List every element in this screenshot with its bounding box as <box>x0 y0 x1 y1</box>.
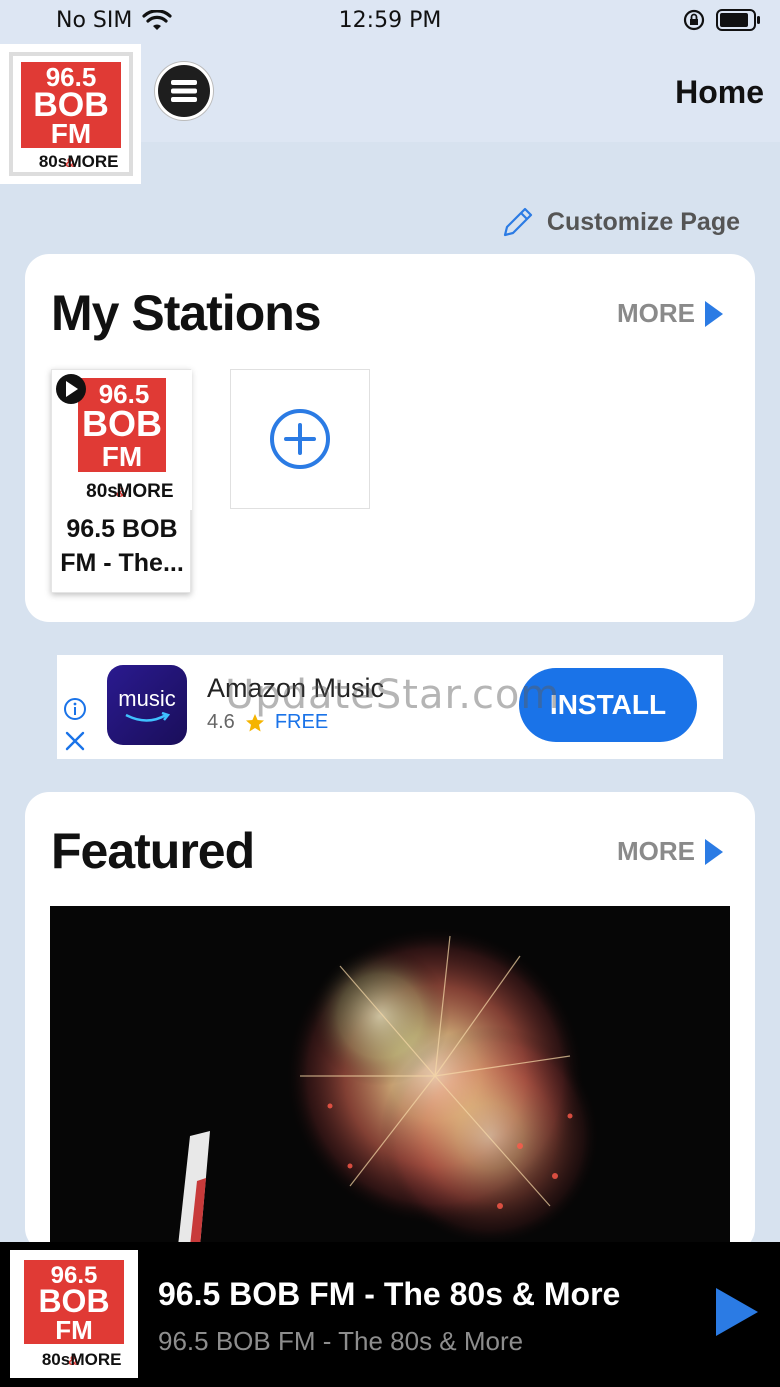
more-label: MORE <box>617 298 695 328</box>
now-playing-subtitle: 96.5 BOB FM - The 80s & More <box>158 1326 524 1356</box>
station-tile-logo: 96.5 BOB FM 80s & MORE <box>52 370 192 510</box>
more-label: MORE <box>617 836 695 866</box>
page-title: Home <box>675 74 764 110</box>
svg-text:MORE: MORE <box>67 152 118 171</box>
svg-text:BOB: BOB <box>38 1283 109 1319</box>
svg-text:80s: 80s <box>38 152 66 171</box>
svg-text:FM: FM <box>102 441 142 472</box>
station-tile[interactable]: 96.5 BOB FM 80s & MORE 96.5 BOB FM - The… <box>51 369 192 593</box>
ad-price: FREE <box>274 711 329 733</box>
install-button[interactable]: INSTALL <box>519 668 697 742</box>
featured-more-button[interactable]: MORE <box>617 836 723 867</box>
featured-card: Featured MORE <box>25 792 755 1252</box>
status-bar: No SIM 12:59 PM <box>0 0 780 44</box>
ad-rating: 4.6 <box>207 711 235 733</box>
now-playing-logo: 96.5 BOB FM 80s & MORE <box>16 1256 132 1372</box>
customize-page-button[interactable]: Customize Page <box>501 205 740 239</box>
amazon-music-app-icon: music <box>107 665 187 745</box>
svg-text:MORE: MORE <box>117 481 174 502</box>
app-icon-label: music <box>118 686 176 711</box>
now-playing-title: 96.5 BOB FM - The 80s & More <box>158 1276 621 1312</box>
rotation-lock-icon <box>683 9 705 31</box>
clock: 12:59 PM <box>338 8 442 33</box>
featured-title: Featured <box>51 823 255 879</box>
ad-banner[interactable]: music Amazon Music 4.6 FREE INSTALL <box>57 655 723 759</box>
now-playing-bar[interactable]: 96.5 BOB FM 80s & MORE 96.5 BOB FM - The… <box>0 1242 780 1387</box>
svg-text:80s: 80s <box>42 1350 70 1369</box>
add-station-button[interactable] <box>230 369 370 509</box>
svg-text:80s: 80s <box>86 481 118 502</box>
customize-label: Customize Page <box>546 207 740 236</box>
ad-meta: 4.6 FREE <box>207 711 328 734</box>
now-playing-artwork: 96.5 BOB FM 80s & MORE <box>10 1250 138 1378</box>
featured-fireworks-image[interactable] <box>50 906 730 1246</box>
menu-button[interactable] <box>155 62 213 120</box>
hamburger-icon <box>171 80 197 102</box>
fireworks-picture <box>50 906 730 1246</box>
play-arrow-icon <box>705 838 723 865</box>
my-stations-more-button[interactable]: MORE <box>617 298 723 329</box>
pencil-icon <box>503 207 532 237</box>
my-stations-card: My Stations MORE 96.5 BOB FM 80s & MORE … <box>25 254 755 622</box>
battery-icon <box>716 9 760 31</box>
svg-text:FM: FM <box>50 118 90 149</box>
close-icon[interactable] <box>64 730 86 752</box>
play-arrow-icon <box>705 300 723 327</box>
play-icon[interactable] <box>714 1286 760 1338</box>
station-name: 96.5 BOB FM - The... <box>60 515 184 577</box>
smile-arrow-icon <box>125 712 170 722</box>
star-icon <box>245 713 264 731</box>
my-stations-title: My Stations <box>51 285 322 341</box>
app-header: 96.5 BOB FM 80s & MORE Home <box>0 44 780 184</box>
svg-text:MORE: MORE <box>71 1350 122 1369</box>
station-logo[interactable]: 96.5 BOB FM 80s & MORE <box>0 44 141 184</box>
status-right <box>682 8 762 32</box>
plus-circle-icon <box>270 409 330 469</box>
info-icon[interactable] <box>63 697 87 721</box>
station-logo-image: 96.5 BOB FM 80s & MORE <box>8 52 133 176</box>
ad-app-name: Amazon Music <box>207 673 385 703</box>
svg-text:FM: FM <box>55 1315 93 1345</box>
play-circle-icon[interactable] <box>56 374 86 404</box>
svg-text:BOB: BOB <box>82 403 162 444</box>
